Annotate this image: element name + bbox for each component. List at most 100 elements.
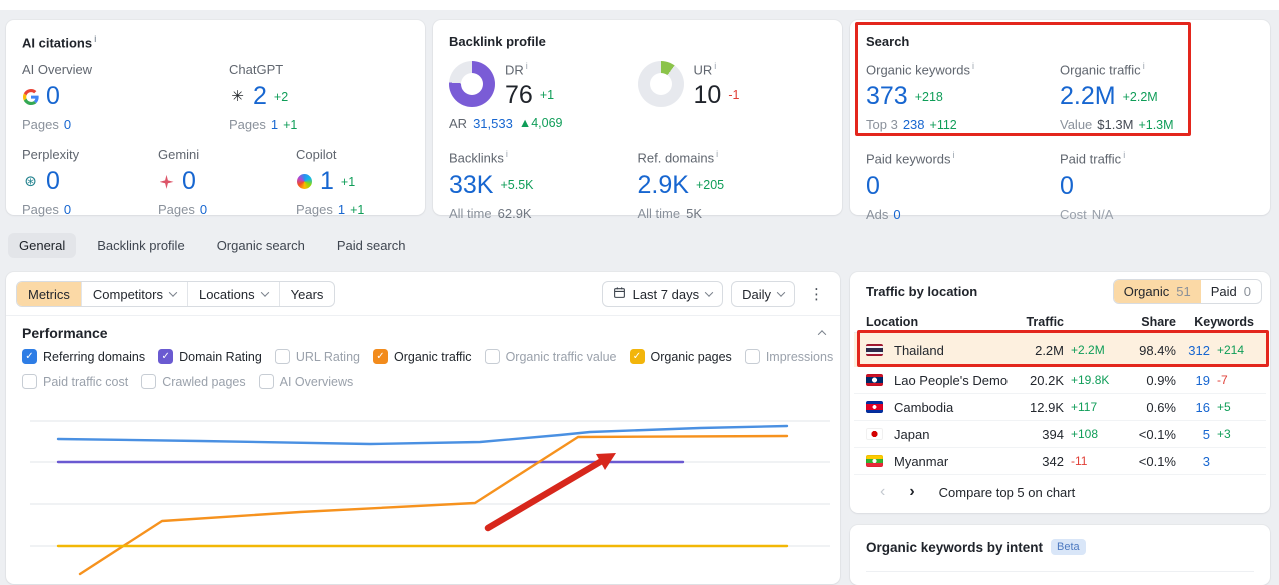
metric-checkbox-referring-domains[interactable]: ✓ Referring domains [22,349,145,364]
granularity-button[interactable]: Daily [731,281,795,307]
table-header: Location Traffic Share Keywords [854,312,1266,333]
compare-top5-link[interactable]: Compare top 5 on chart [939,485,1076,500]
date-range-button[interactable]: Last 7 days [601,281,724,307]
cambodia-flag-icon [866,401,883,413]
metric-label: Gemini [158,147,200,163]
metric-checkbox-crawled-pages[interactable]: Crawled pages [141,374,246,389]
performance-section-title: Performance [22,325,108,341]
ai-citations-row-1: AI Overview 0 Pages 0 ChatGPT ✳ 2 +2 Page… [22,62,409,132]
info-icon[interactable]: i [506,149,508,159]
column-keywords[interactable]: Keywords [1176,315,1254,329]
metric-checkbox-organic-pages[interactable]: ✓ Organic pages [629,349,732,364]
info-icon[interactable]: i [953,150,955,160]
column-location[interactable]: Location [866,315,1008,329]
keywords-link[interactable]: 3 [1176,454,1210,469]
location-row-thailand[interactable]: Thailand 2.2M +2.2M 98.4% 312 +214 [854,333,1266,367]
info-icon[interactable]: i [1123,150,1125,160]
metric-checkbox-organic-traffic-value[interactable]: Organic traffic value [484,349,617,364]
performance-chart[interactable] [6,396,840,584]
metric-checkbox-domain-rating[interactable]: ✓ Domain Rating [158,349,262,364]
checkbox-icon [258,374,274,389]
segment-competitors[interactable]: Competitors [82,282,188,306]
metric-checkbox-paid-traffic-cost[interactable]: Paid traffic cost [22,374,128,389]
metric-checkbox-organic-traffic[interactable]: ✓ Organic traffic [372,349,472,364]
metric-checkbox-impressions[interactable]: Impressions [744,349,833,364]
location-row-cambodia[interactable]: Cambodia 12.9K +117 0.6% 16 +5 [854,394,1266,421]
keywords-link[interactable]: 312 [1176,343,1210,358]
metric-checkbox-url-rating[interactable]: URL Rating [274,349,360,364]
traffic-delta: +2.2M [1071,343,1105,357]
info-icon[interactable]: i [94,34,97,44]
metric-checkbox-ai-overviews[interactable]: AI Overviews [258,374,353,389]
share-value: 0.9% [1146,372,1176,388]
paid-keywords-block: Paid keywords i 0 Ads 0 [866,150,1060,221]
tab-organic-search[interactable]: Organic search [206,233,316,258]
column-traffic[interactable]: Traffic [1008,315,1064,329]
ref-domains-value[interactable]: 2.9K [638,172,689,198]
tab-paid-search[interactable]: Paid search [326,233,417,258]
keywords-link[interactable]: 5 [1176,427,1210,442]
metric-value: 0 [46,82,60,111]
traffic-by-location-card: Traffic by location Organic 51 Paid 0 Locat… [850,272,1270,513]
google-icon [22,88,39,105]
toggle-paid[interactable]: Paid 0 [1201,280,1261,303]
keywords-link[interactable]: 19 [1176,373,1210,388]
column-share[interactable]: Share [1118,315,1176,329]
metric-label: Organic keywords i [866,61,975,78]
dr-delta: +1 [539,88,555,103]
metric-label: Paid traffic i [1060,150,1126,167]
metric-value: 2 [253,82,267,111]
keywords-link[interactable]: 16 [1176,400,1210,415]
collapse-chevron-icon[interactable] [817,330,827,339]
pages-line: Pages 1 +1 [229,117,298,133]
more-options-icon[interactable]: ⋮ [803,285,830,303]
previous-page-icon[interactable]: ‹ [880,484,885,500]
checkbox-icon [484,349,500,364]
tab-backlink-profile[interactable]: Backlink profile [86,233,195,258]
info-icon[interactable]: i [972,61,974,71]
segment-metrics[interactable]: Metrics [17,282,82,306]
info-icon[interactable]: i [714,61,716,71]
keywords-by-intent-title: Organic keywords by intent [866,539,1044,555]
keywords-delta: +3 [1217,427,1231,441]
location-row-lao-people-s-democratic-reput[interactable]: Lao People's Democratic Reput 20.2K +19.8K… [854,367,1266,394]
metric-label: Paid keywords i [866,150,955,167]
keywords-delta: -7 [1217,373,1228,387]
organic-keywords-value[interactable]: 373 [866,84,908,109]
traffic-value: 20.2K [1030,372,1064,388]
pages-line: Pages 0 [158,202,208,218]
segment-locations[interactable]: Locations [188,282,280,306]
dr-donut-chart [449,61,495,107]
keywords-delta: +214 [1217,343,1245,357]
organic-traffic-value[interactable]: 2.2M [1060,84,1116,109]
location-name: Japan [894,426,930,442]
japan-flag-icon [866,428,883,440]
location-name: Myanmar [894,453,949,469]
metric-label: DR i [505,61,528,78]
paid-traffic-value[interactable]: 0 [1060,173,1074,199]
next-page-icon[interactable]: › [909,484,914,500]
info-icon[interactable]: i [716,149,718,159]
checkbox-icon [274,349,290,364]
organic-keywords-block: Organic keywords i 373 +218 Top 3 238 +112 [866,61,1060,132]
ads-line: Ads 0 [866,206,901,222]
metric-label: Copilot [296,147,337,163]
paid-keywords-value[interactable]: 0 [866,173,880,199]
chart-toolbar: Metrics Competitors Locations Years Last 7 … [16,281,830,307]
toggle-organic[interactable]: Organic 51 [1113,280,1201,303]
info-icon[interactable]: i [526,61,528,71]
location-row-japan[interactable]: Japan 394 +108 <0.1% 5 +3 [854,421,1266,448]
metric-label: UR i [693,61,717,78]
tab-general[interactable]: General [8,233,77,258]
traffic-by-location-title: Traffic by location [866,284,978,299]
info-icon[interactable]: i [1143,61,1145,71]
search-title: Search [866,34,910,49]
metric-delta: +2 [273,89,289,104]
chevron-down-icon [704,288,714,297]
divider [6,315,840,316]
location-row-myanmar[interactable]: Myanmar 342 -11 <0.1% 3 [854,448,1266,475]
pages-line: Pages 0 [22,117,72,133]
backlinks-value[interactable]: 33K [449,172,493,198]
segment-years[interactable]: Years [280,282,335,306]
checkbox-icon: ✓ [372,349,388,364]
